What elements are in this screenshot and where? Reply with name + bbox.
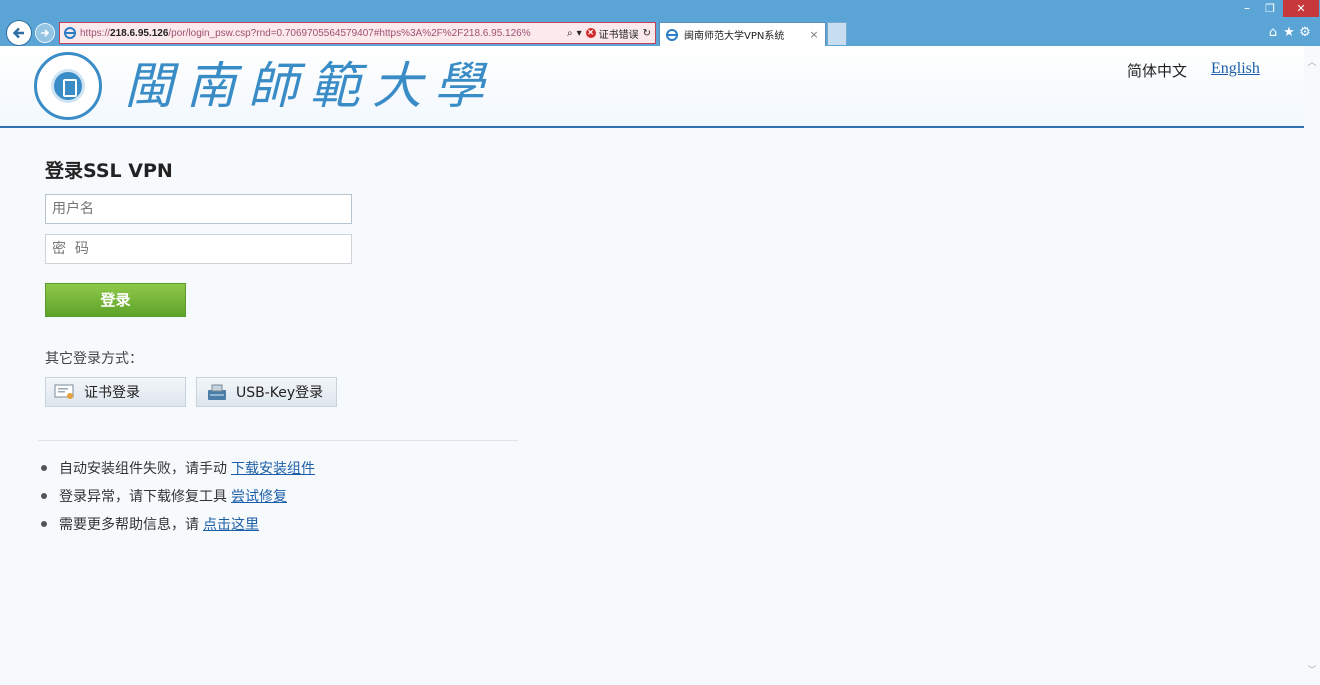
username-input[interactable] <box>45 194 352 224</box>
divider <box>38 440 518 441</box>
usbkey-login-label: USB-Key登录 <box>236 385 324 401</box>
help-text: 需要更多帮助信息，请 <box>59 517 199 533</box>
bullet-icon <box>41 465 47 471</box>
vertical-scrollbar[interactable]: ︿ ﹀ <box>1304 46 1320 685</box>
usbkey-login-button[interactable]: USB-Key登录 <box>196 377 337 407</box>
address-bar[interactable]: https://218.6.95.126/por/login_psw.csp?r… <box>59 22 656 44</box>
help-text: 自动安装组件失败，请手动 <box>59 461 227 477</box>
ie-tab-icon <box>666 28 678 41</box>
back-button[interactable] <box>6 20 32 46</box>
tab-title: 闽南师范大学VPN系统 <box>684 31 785 42</box>
lang-simplified-chinese[interactable]: 简体中文 <box>1127 60 1187 81</box>
help-item-more: 需要更多帮助信息，请 点击这里 <box>38 514 638 534</box>
help-item-repair: 登录异常，请下载修复工具 尝试修复 <box>38 486 638 506</box>
cert-login-label: 证书登录 <box>84 385 140 401</box>
lang-english-link[interactable]: English <box>1211 60 1260 78</box>
tab-vpn[interactable]: 闽南师范大学VPN系统 × <box>659 22 826 46</box>
help-text: 登录异常，请下载修复工具 <box>59 489 227 505</box>
error-icon: ✕ <box>585 28 596 38</box>
certificate-icon <box>54 384 74 399</box>
refresh-icon[interactable]: ↻ <box>643 28 651 39</box>
cert-error-indicator[interactable]: ✕ 证书错误 <box>585 26 639 41</box>
other-login-methods-label: 其它登录方式： <box>45 351 143 367</box>
minimize-button[interactable]: – <box>1236 1 1258 17</box>
scroll-up-chevron-icon[interactable]: ︿ <box>1307 58 1317 68</box>
bullet-icon <box>41 493 47 499</box>
site-header: 閩南師範大學 简体中文 English <box>0 46 1304 128</box>
browser-chrome: https://218.6.95.126/por/login_psw.csp?r… <box>0 0 1320 46</box>
back-arrow-icon <box>12 27 24 39</box>
dropdown-chevron-icon[interactable]: ▾ <box>577 28 582 39</box>
download-components-link[interactable]: 下载安装组件 <box>231 458 315 478</box>
forward-button[interactable] <box>35 23 55 43</box>
close-window-button[interactable]: ✕ <box>1283 0 1319 17</box>
url-prefix: https:// <box>80 27 111 39</box>
login-button[interactable]: 登录 <box>45 283 186 317</box>
restore-button[interactable]: ❐ <box>1259 1 1281 17</box>
university-seal-logo <box>34 52 102 120</box>
address-bar-actions: ⌕ ▾ ✕ 证书错误 ↻ <box>563 26 655 41</box>
url-host: 218.6.95.126 <box>110 27 169 39</box>
bullet-icon <box>41 521 47 527</box>
new-tab-button[interactable] <box>827 22 847 45</box>
login-title: 登录SSL VPN <box>45 160 173 182</box>
search-icon[interactable]: ⌕ <box>567 28 573 39</box>
tools-gear-icon[interactable]: ⚙ <box>1298 26 1312 40</box>
scroll-down-chevron-icon[interactable]: ﹀ <box>1307 666 1317 676</box>
url-text[interactable]: https://218.6.95.126/por/login_psw.csp?r… <box>80 28 563 39</box>
forward-arrow-icon <box>41 29 50 37</box>
home-icon[interactable]: ⌂ <box>1266 26 1280 40</box>
favorites-star-icon[interactable]: ★ <box>1282 26 1296 40</box>
try-repair-link[interactable]: 尝试修复 <box>231 486 287 506</box>
seal-book-icon <box>51 69 85 103</box>
cert-error-label: 证书错误 <box>598 29 639 41</box>
click-here-link[interactable]: 点击这里 <box>203 514 259 534</box>
university-name-logo: 閩南師範大學 <box>124 57 496 115</box>
password-input[interactable] <box>45 234 352 264</box>
ie-page-icon <box>64 27 76 39</box>
usb-key-icon <box>208 384 226 400</box>
page-content: 閩南師範大學 简体中文 English 登录SSL VPN 登录 其它登录方式：… <box>0 46 1304 685</box>
tab-close-icon[interactable]: × <box>807 28 821 41</box>
cert-login-button[interactable]: 证书登录 <box>45 377 186 407</box>
help-item-download: 自动安装组件失败，请手动 下载安装组件 <box>38 458 638 478</box>
url-path: /por/login_psw.csp?rnd=0.706970556457940… <box>168 27 531 39</box>
